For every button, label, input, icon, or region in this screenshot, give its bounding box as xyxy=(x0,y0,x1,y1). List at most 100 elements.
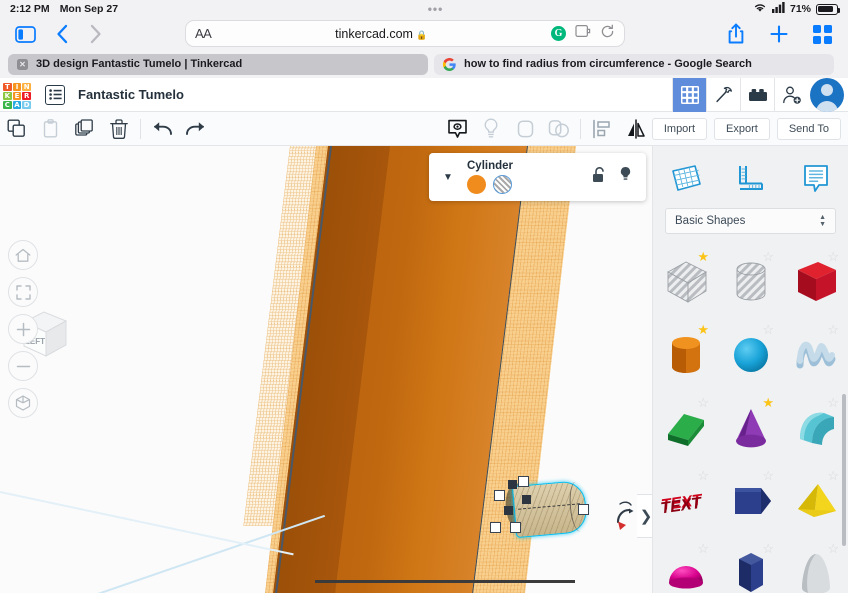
safari-right-actions xyxy=(727,18,848,50)
shape-properties-panel[interactable]: ▼ Cylinder xyxy=(429,153,646,201)
resize-handle[interactable] xyxy=(510,522,521,533)
back-button[interactable] xyxy=(56,24,68,44)
shape-item-scribble[interactable]: ☆ xyxy=(783,321,848,388)
wifi-icon xyxy=(753,2,767,16)
shape-item-sphere[interactable]: ☆ xyxy=(718,321,783,388)
resize-handle[interactable] xyxy=(578,504,589,515)
shape-item-cone[interactable]: ★ xyxy=(718,394,783,461)
favorite-star-icon[interactable]: ☆ xyxy=(827,250,839,263)
paste-icon[interactable] xyxy=(34,112,68,146)
height-handle[interactable] xyxy=(504,506,513,515)
zoom-out-button[interactable] xyxy=(8,351,38,381)
shape-item-pyramid[interactable]: ☆ xyxy=(783,467,848,534)
battery-icon xyxy=(816,3,841,15)
note-callout-icon[interactable] xyxy=(796,158,836,198)
extension-icon[interactable] xyxy=(575,24,591,43)
hole-swatch[interactable] xyxy=(493,175,512,194)
favorite-star-icon[interactable]: ☆ xyxy=(697,542,709,555)
height-handle[interactable] xyxy=(522,495,531,504)
favorite-star-icon[interactable]: ☆ xyxy=(762,323,774,336)
workplane-grid-icon[interactable] xyxy=(666,158,706,198)
shape-item-roof[interactable]: ☆ xyxy=(653,394,718,461)
align-icon[interactable] xyxy=(585,112,619,146)
shape-item-text[interactable]: TEXT TEXT ☆ xyxy=(653,467,718,534)
lightbulb-icon[interactable] xyxy=(474,112,508,146)
reload-icon[interactable] xyxy=(600,24,615,44)
shape-item-half-sphere[interactable]: ☆ xyxy=(653,540,718,593)
unlock-icon[interactable] xyxy=(592,166,607,188)
shape-library-select[interactable]: Basic Shapes ▲ ▼ xyxy=(665,208,836,234)
redo-icon[interactable] xyxy=(179,112,213,146)
shape-item-polygon[interactable]: ☆ xyxy=(718,540,783,593)
panel-scrollbar[interactable] xyxy=(842,394,846,546)
sidebar-toggle-icon[interactable] xyxy=(14,23,36,45)
avatar[interactable] xyxy=(810,77,844,112)
orthographic-toggle-button[interactable] xyxy=(8,388,38,418)
shape-item-box-hole[interactable]: ★ xyxy=(653,248,718,315)
ungroup-icon[interactable] xyxy=(542,112,576,146)
copy-icon[interactable] xyxy=(0,112,34,146)
solid-swatch[interactable] xyxy=(467,175,486,194)
resize-handle[interactable] xyxy=(494,490,505,501)
shape-item-extrusion[interactable]: ☆ xyxy=(718,467,783,534)
resize-handle[interactable] xyxy=(518,476,529,487)
import-button[interactable]: Import xyxy=(651,117,708,140)
export-button[interactable]: Export xyxy=(714,117,770,140)
close-icon[interactable]: ✕ xyxy=(17,58,28,70)
shape-item-box-red[interactable]: ☆ xyxy=(783,248,848,315)
expand-panel-button[interactable]: ❯ xyxy=(637,494,652,538)
undo-icon[interactable] xyxy=(145,112,179,146)
duplicate-icon[interactable] xyxy=(68,112,102,146)
tab-overview-button[interactable] xyxy=(813,24,832,44)
favorite-star-icon[interactable]: ☆ xyxy=(762,542,774,555)
browser-tab-google-search[interactable]: how to find radius from circumference - … xyxy=(434,53,834,75)
favorite-star-icon[interactable]: ☆ xyxy=(697,469,709,482)
favorite-star-icon[interactable]: ☆ xyxy=(827,469,839,482)
tinkercad-logo[interactable]: T I N K E R C A D xyxy=(3,82,31,109)
logo-tile: T xyxy=(3,82,12,91)
grammarly-icon[interactable]: G xyxy=(551,26,566,41)
list-icon[interactable] xyxy=(45,84,65,105)
favorite-star-icon[interactable]: ★ xyxy=(697,250,709,263)
shape-item-cylinder[interactable]: ★ xyxy=(653,321,718,388)
favorite-star-icon[interactable]: ☆ xyxy=(762,250,774,263)
nav-invite-button[interactable] xyxy=(774,77,808,112)
home-view-button[interactable] xyxy=(8,240,38,270)
note-icon[interactable] xyxy=(440,112,474,146)
shape-item-round-roof[interactable]: ☆ xyxy=(783,394,848,461)
delete-icon[interactable] xyxy=(102,112,136,146)
favorite-star-icon[interactable]: ☆ xyxy=(827,542,839,555)
ruler-icon[interactable] xyxy=(731,158,771,198)
selected-cylinder[interactable] xyxy=(490,476,589,539)
zoom-in-button[interactable] xyxy=(8,314,38,344)
favorite-star-icon[interactable]: ☆ xyxy=(697,396,709,409)
multitask-dots-icon[interactable]: ••• xyxy=(118,3,753,15)
nav-bricks-button[interactable] xyxy=(740,77,774,112)
share-icon[interactable] xyxy=(727,23,745,45)
resize-handle[interactable] xyxy=(490,522,501,533)
height-handle[interactable] xyxy=(508,480,517,489)
favorite-star-icon[interactable]: ☆ xyxy=(827,323,839,336)
shape-item-cylinder-hole[interactable]: ☆ xyxy=(718,248,783,315)
address-bar[interactable]: AA tinkercad.com 🔒 G xyxy=(185,20,625,47)
logo-tile: C xyxy=(3,100,12,109)
favorite-star-icon[interactable]: ☆ xyxy=(762,469,774,482)
nav-designs-grid-button[interactable] xyxy=(672,77,706,112)
fit-all-button[interactable] xyxy=(8,277,38,307)
forward-button[interactable] xyxy=(90,24,102,44)
favorite-star-icon[interactable]: ★ xyxy=(762,396,774,409)
page-zoom-button[interactable]: AA xyxy=(195,26,212,41)
send-to-button[interactable]: Send To xyxy=(776,117,841,140)
favorite-star-icon[interactable]: ☆ xyxy=(827,396,839,409)
caret-down-icon[interactable]: ▼ xyxy=(429,172,467,183)
lightbulb-icon[interactable] xyxy=(619,166,632,188)
3d-viewport[interactable]: ❯ LEFT LEFT Edit Grid Snap Gr xyxy=(0,146,652,593)
shape-item-paraboloid[interactable]: ☆ xyxy=(783,540,848,593)
nav-codeblocks-button[interactable] xyxy=(706,77,740,112)
logo-tile: I xyxy=(12,82,22,91)
browser-tab-tinkercad[interactable]: ✕ 3D design Fantastic Tumelo | Tinkercad xyxy=(8,53,428,75)
mirror-icon[interactable] xyxy=(619,112,653,146)
group-icon[interactable] xyxy=(508,112,542,146)
new-tab-button[interactable] xyxy=(769,24,789,44)
favorite-star-icon[interactable]: ★ xyxy=(697,323,709,336)
